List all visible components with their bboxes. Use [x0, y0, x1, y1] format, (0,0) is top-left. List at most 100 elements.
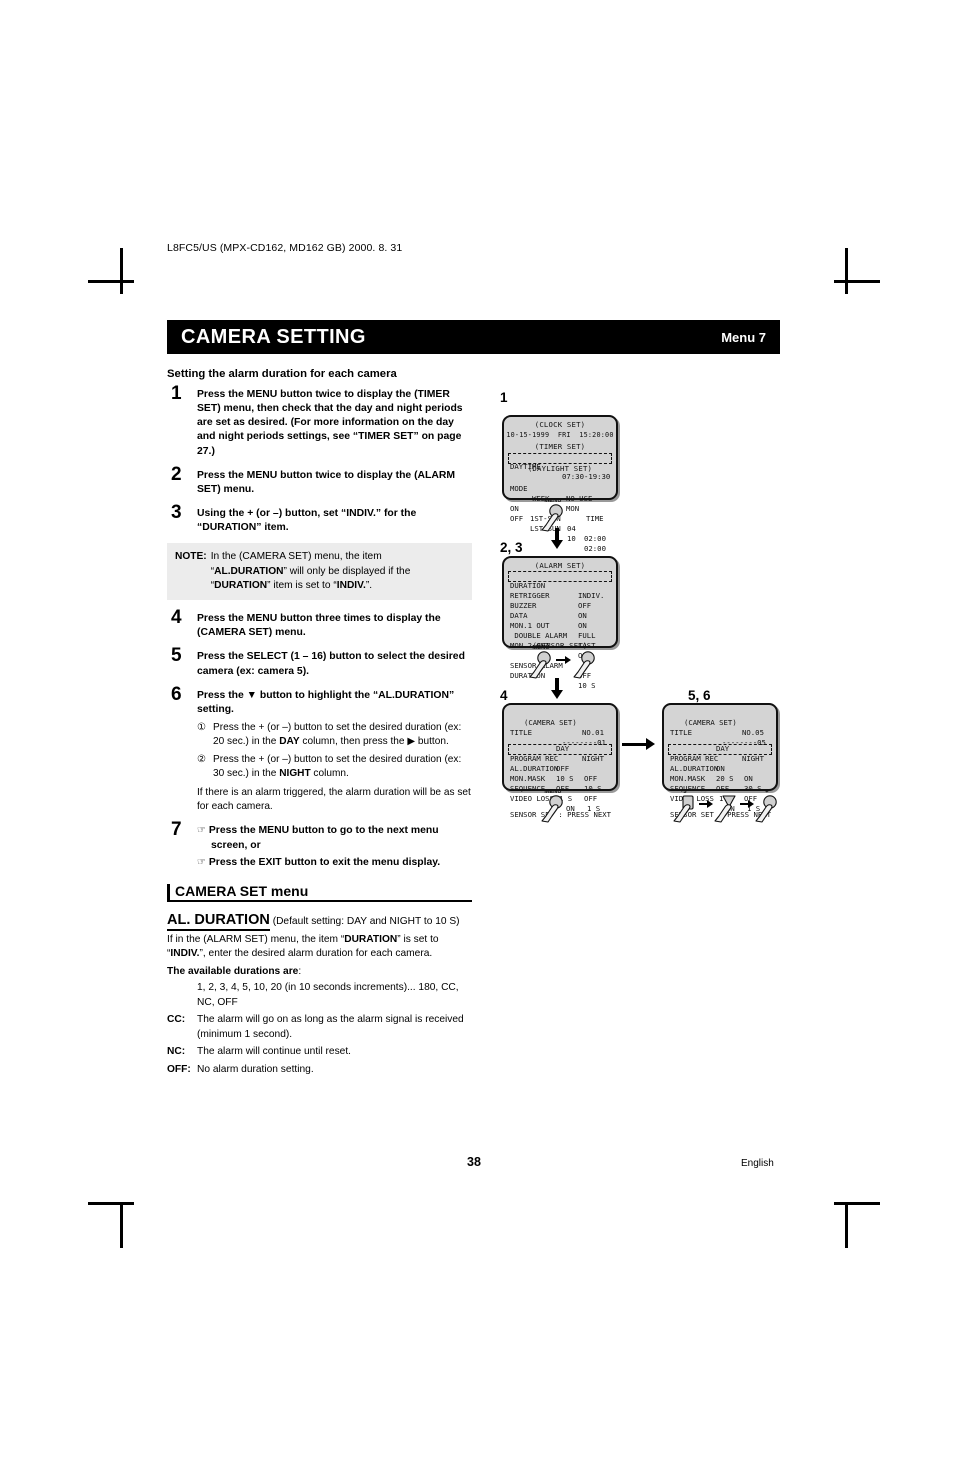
- osd3-row-mon-mask: MON.MASK OFF OFF: [504, 764, 616, 803]
- definition-key-sep: :: [181, 1046, 186, 1058]
- hand-pressing-plus-icon: [755, 795, 777, 823]
- button-hint-down: [713, 789, 739, 823]
- menu-number-label: Menu 7: [721, 330, 766, 345]
- osd2-row-mon2out: MON.2 OUT OFF: [504, 631, 616, 660]
- definition-text: The alarm will go on as long as the alar…: [197, 1014, 464, 1040]
- osd2-row-data: DATA ON: [504, 601, 616, 630]
- definition-cc: CC: The alarm will go on as long as the …: [167, 1013, 472, 1042]
- page-title: CAMERA SETTING: [181, 326, 366, 348]
- step-6-footnote: If there is an alarm triggered, the alar…: [197, 786, 471, 812]
- pointing-hand-icon: ☞: [197, 825, 206, 837]
- flow-arrow-right-shaft: [622, 743, 648, 746]
- desc-part-1: If in the (ALARM SET) menu, the item “: [167, 933, 345, 945]
- definition-key-text: OFF: [167, 1063, 188, 1075]
- button-hint-menu-2: MENU: [528, 645, 554, 679]
- osd1-row-on-time: 02:00: [584, 534, 606, 543]
- step-1: 1 Press the MENU button twice to display…: [167, 384, 472, 459]
- camera-set-menu-heading: CAMERA SET menu: [167, 883, 472, 902]
- osd1-row-off-time: 02:00: [584, 544, 606, 553]
- page-number: 38: [467, 1155, 481, 1169]
- osd3-row-sequence: SEQUENCE 1 S 1 S: [504, 774, 616, 813]
- step-7-bullet-2: ☞ Press the EXIT button to exit the menu…: [197, 856, 472, 870]
- step-7-bullet-1-text: Press the MENU button to go to the next …: [208, 825, 439, 851]
- osd3-titlebar: (CAMERA SET) NO.01: [504, 708, 616, 737]
- osd1-highlight-box: [508, 453, 612, 464]
- osd1-mode-row: MODE NO USE: [504, 474, 616, 503]
- osd2-title: (ALARM SET): [534, 561, 586, 570]
- osd4-title-row: TITLE --------05: [664, 718, 776, 747]
- note-bold-alduration: AL.DURATION: [214, 565, 284, 577]
- substep-bold-night: NIGHT: [279, 767, 311, 779]
- substep-marker: ②: [197, 753, 206, 765]
- step-number: 4: [171, 607, 182, 629]
- step-text: Press the MENU button three times to dis…: [197, 613, 441, 639]
- flow-arrow-right-head: [646, 738, 655, 750]
- button-hint-select-5: 5: [672, 789, 698, 823]
- step-text: Using the + (or –) button, set “INDIV.” …: [197, 507, 417, 534]
- definition-key-sep: :: [181, 1014, 186, 1026]
- manual-page: L8FC5/US (MPX-CD162, MD162 GB) 2000. 8. …: [0, 0, 954, 1469]
- osd1-clock-title: (CLOCK SET): [534, 420, 586, 429]
- osd1-row-off-mon: 10: [567, 534, 576, 543]
- step-6: 6 Press the ▼ button to highlight the “A…: [167, 685, 472, 814]
- osd4-column-headers: DAY NIGHT: [664, 734, 776, 763]
- osd1-row-off-label: OFF: [510, 514, 524, 523]
- definition-key-text: NC: [167, 1046, 182, 1058]
- osd3-row-al-duration: AL.DURATION 10 S 10 S: [504, 754, 616, 793]
- step-number: 3: [171, 501, 182, 523]
- osd2-row-sensor-duration: DURATION 10 S: [504, 661, 616, 690]
- osd1-col-time: TIME: [586, 514, 604, 523]
- note-box: NOTE: In the (CAMERA SET) menu, the item …: [167, 543, 472, 601]
- hand-pressing-menu-icon: [541, 504, 563, 532]
- al-duration-title: AL. DURATION: [167, 911, 270, 931]
- osd2-row-retrigger: RETRIGGER OFF: [504, 581, 616, 610]
- language-label: English: [741, 1158, 774, 1169]
- step-text: Press the MENU button twice to display t…: [197, 469, 456, 495]
- definition-key: CC:: [167, 1013, 185, 1027]
- osd4-highlight-box: [668, 744, 772, 755]
- page-title-bar: CAMERA SETTING Menu 7: [167, 320, 780, 354]
- substep-marker: ①: [197, 721, 206, 733]
- pointing-hand-icon: ☞: [197, 856, 206, 868]
- step-number: 1: [171, 383, 182, 404]
- osd-screen-alarm-set: (ALARM SET) DURATION INDIV. RETRIGGER OF…: [502, 556, 618, 690]
- step-2: 2 Press the MENU button twice to display…: [167, 465, 472, 497]
- section-heading: Setting the alarm duration for each came…: [167, 368, 397, 380]
- osd2-row-buzzer: BUZZER ON: [504, 591, 616, 620]
- note-bold-indiv: INDIV.: [336, 579, 366, 591]
- osd1-timer-title: (TIMER SET): [534, 442, 586, 451]
- osd4-titlebar: (CAMERA SET) NO.05: [664, 708, 776, 737]
- definition-key-sep: :: [187, 1063, 191, 1075]
- hand-pressing-select-5-icon: [673, 795, 694, 823]
- substep-text-b: column.: [310, 767, 349, 779]
- osd3-column-headers: DAY NIGHT: [504, 734, 616, 763]
- button-hint-plus-2: +: [754, 789, 780, 823]
- al-duration-description: If in the (ALARM SET) menu, the item “DU…: [167, 933, 472, 962]
- step-text: Press the SELECT (1 – 16) button to sele…: [197, 651, 465, 677]
- substep-text-b: column, then press the ▶ button.: [299, 735, 449, 747]
- button-hint-menu-1: MENU: [540, 498, 566, 532]
- definition-key: NC:: [167, 1045, 185, 1059]
- step-4: 4 Press the MENU button three times to d…: [167, 608, 472, 640]
- osd-step-label-1: 1: [500, 390, 508, 405]
- osd4-row-al-duration: AL.DURATION 20 S 30 S: [664, 754, 776, 793]
- osd2-sensor-set-subtitle: (SENSOR SET): [532, 641, 588, 650]
- step-text: Press the ▼ button to highlight the “AL.…: [197, 689, 455, 715]
- hand-pressing-menu-icon: [529, 651, 551, 679]
- osd-screen-camera-set-01: (CAMERA SET) NO.01 TITLE --------01 DAY …: [502, 703, 618, 819]
- definition-nc: NC: The alarm will continue until reset.: [167, 1045, 472, 1059]
- step-number: 5: [171, 645, 182, 667]
- desc-bold-duration: DURATION: [344, 933, 398, 945]
- available-durations-label: The available durations are:: [167, 965, 302, 977]
- definition-off: OFF: No alarm duration setting.: [167, 1063, 472, 1077]
- note-label: NOTE:: [175, 551, 207, 563]
- hand-pressing-menu-icon: [541, 795, 563, 823]
- step-7: 7 ☞ Press the MENU button to go to the n…: [167, 820, 472, 870]
- osd1-clock-value: 10-15-1999 FRI 15:20:00: [506, 431, 614, 439]
- flow-arrow-head-1: [551, 540, 563, 549]
- flow-arrow-head-2: [551, 690, 563, 699]
- step-6-substep-1: ① Press the + (or –) button to set the d…: [197, 721, 472, 749]
- instructions-column: Setting the alarm duration for each came…: [167, 368, 472, 1077]
- osd-step-label-2: 2, 3: [500, 540, 523, 555]
- osd3-title-row: TITLE --------01: [504, 718, 616, 747]
